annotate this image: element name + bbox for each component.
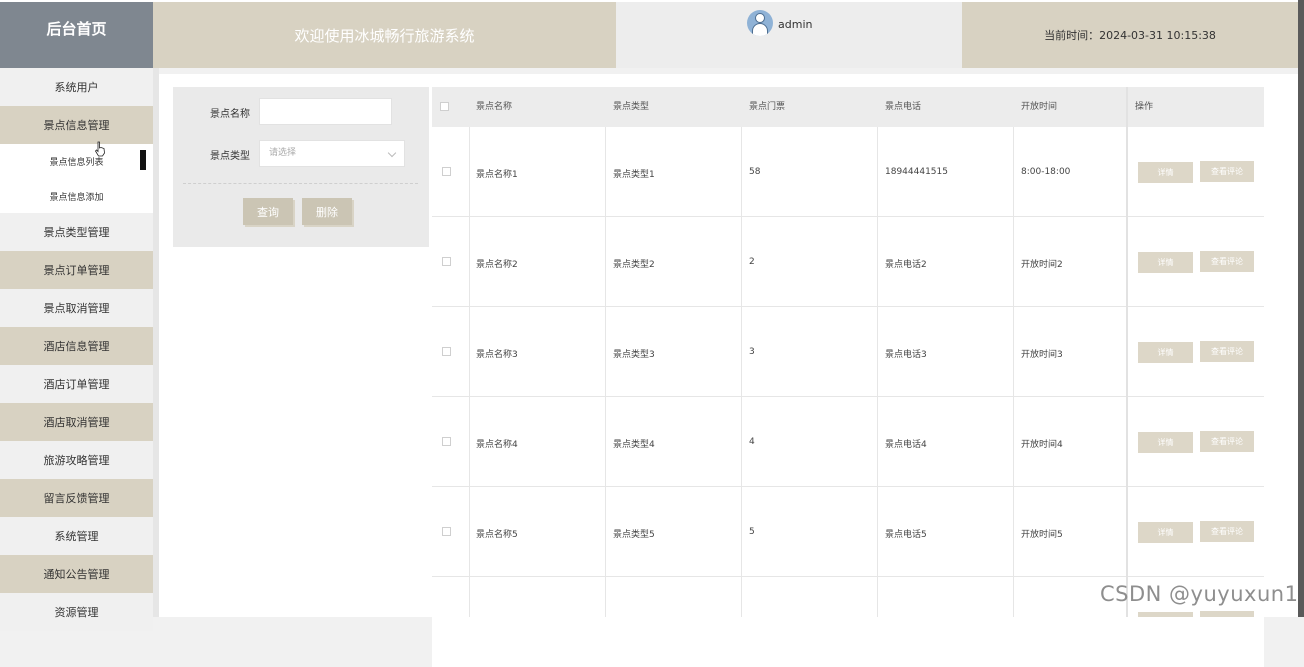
col-header-phone: 景点电话: [885, 102, 922, 112]
select-all-checkbox[interactable]: [440, 102, 449, 111]
sidebar-item-notice[interactable]: 通知公告管理: [0, 555, 153, 593]
sidebar-item-resources[interactable]: 资源管理: [0, 593, 153, 631]
cell-hours: 开放时间3: [1021, 350, 1063, 360]
user-area: [616, 2, 962, 68]
detail-button[interactable]: 详情: [1138, 162, 1193, 183]
scenic-name-input[interactable]: [259, 98, 392, 125]
col-header-hours: 开放时间: [1021, 102, 1058, 112]
detail-button[interactable]: 详情: [1138, 342, 1193, 363]
window-edge: [1298, 0, 1304, 617]
row-checkbox[interactable]: [442, 347, 451, 356]
query-button[interactable]: 查询: [243, 198, 293, 225]
time-value: 2024-03-31 10:15:38: [1099, 28, 1216, 42]
cell-type: 景点类型5: [613, 530, 655, 540]
sidebar-item-system[interactable]: 系统管理: [0, 517, 153, 555]
cell-hours: 开放时间2: [1021, 260, 1063, 270]
cell-type: 景点类型4: [613, 440, 655, 450]
view-reviews-button[interactable]: 查看评论: [1200, 161, 1254, 182]
cell-name: 景点名称3: [476, 350, 518, 360]
column-divider: [605, 127, 606, 617]
cell-phone: 18944441515: [885, 167, 948, 177]
sidebar-item-hotel-order[interactable]: 酒店订单管理: [0, 365, 153, 403]
sidebar-scrollbar[interactable]: [140, 150, 146, 170]
cell-ticket: 2: [749, 257, 755, 267]
sidebar-item-hotel-info[interactable]: 酒店信息管理: [0, 327, 153, 365]
hand-cursor-icon: [94, 141, 105, 157]
sidebar-subitem-scenic-add[interactable]: 景点信息添加: [0, 179, 153, 213]
cell-phone: 景点电话5: [885, 530, 927, 540]
user-avatar-icon[interactable]: [747, 10, 773, 36]
column-divider: [1013, 127, 1014, 617]
cell-type: 景点类型2: [613, 260, 655, 270]
view-reviews-button[interactable]: 查看评论: [1200, 431, 1254, 452]
sidebar-item-system-users[interactable]: 系统用户: [0, 68, 153, 106]
sidebar-item-travel-guide[interactable]: 旅游攻略管理: [0, 441, 153, 479]
sidebar-item-hotel-cancel[interactable]: 酒店取消管理: [0, 403, 153, 441]
current-time: 当前时间： 2024-03-31 10:15:38: [962, 2, 1298, 68]
cell-name: 景点名称4: [476, 440, 518, 450]
sidebar-subitem-scenic-list[interactable]: 景点信息列表: [0, 144, 153, 178]
row-checkbox[interactable]: [442, 167, 451, 176]
cell-type: 景点类型3: [613, 350, 655, 360]
sidebar-item-scenic-type[interactable]: 景点类型管理: [0, 213, 153, 251]
cell-name: 景点名称5: [476, 530, 518, 540]
cell-type: 景点类型1: [613, 170, 655, 180]
name-label: 景点名称: [210, 109, 250, 120]
chevron-down-icon: [387, 148, 397, 158]
detail-button[interactable]: 详情: [1138, 252, 1193, 273]
cell-name: 景点名称2: [476, 260, 518, 270]
row-checkbox[interactable]: [442, 527, 451, 536]
cell-ticket: 3: [749, 347, 755, 357]
header: 后台首页 欢迎使用冰城畅行旅游系统 admin 当前时间： 2024-03-31 …: [0, 0, 1304, 68]
sidebar: 系统用户 景点信息管理 景点信息列表 景点信息添加 景点类型管理 景点订单管理 …: [0, 68, 153, 631]
column-divider: [741, 127, 742, 617]
column-divider: [1126, 87, 1128, 617]
cell-phone: 景点电话3: [885, 350, 927, 360]
cell-phone: 景点电话4: [885, 440, 927, 450]
column-divider: [469, 127, 470, 617]
col-header-actions: 操作: [1135, 102, 1154, 112]
col-header-name: 景点名称: [476, 102, 513, 112]
home-link[interactable]: 后台首页: [0, 2, 153, 68]
detail-button[interactable]: 详情: [1138, 522, 1193, 543]
cell-hours: 开放时间4: [1021, 440, 1063, 450]
row-checkbox[interactable]: [442, 257, 451, 266]
cell-hours: 8:00-18:00: [1021, 167, 1071, 177]
cell-ticket: 5: [749, 527, 755, 537]
time-label: 当前时间：: [1044, 29, 1100, 42]
cell-hours: 开放时间5: [1021, 530, 1063, 540]
delete-button[interactable]: 删除: [302, 198, 352, 225]
sidebar-item-scenic-info[interactable]: 景点信息管理: [0, 106, 153, 144]
sidebar-item-scenic-order[interactable]: 景点订单管理: [0, 251, 153, 289]
type-placeholder: 请选择: [269, 148, 297, 158]
cell-ticket: 58: [749, 167, 761, 177]
welcome-title: 欢迎使用冰城畅行旅游系统: [153, 2, 616, 68]
detail-button[interactable]: [1138, 612, 1193, 617]
username[interactable]: admin: [778, 18, 812, 31]
cell-name: 景点名称1: [476, 170, 518, 180]
type-label: 景点类型: [210, 151, 250, 162]
scenic-type-select[interactable]: 请选择: [259, 140, 405, 167]
view-reviews-button[interactable]: 查看评论: [1200, 521, 1254, 542]
view-reviews-button[interactable]: 查看评论: [1200, 251, 1254, 272]
divider: [183, 183, 418, 184]
cell-phone: 景点电话2: [885, 260, 927, 270]
column-divider: [877, 127, 878, 617]
col-header-ticket: 景点门票: [749, 102, 786, 112]
row-checkbox[interactable]: [442, 437, 451, 446]
col-header-type: 景点类型: [613, 102, 650, 112]
detail-button[interactable]: 详情: [1138, 432, 1193, 453]
view-reviews-button[interactable]: 查看评论: [1200, 341, 1254, 362]
sidebar-item-feedback[interactable]: 留言反馈管理: [0, 479, 153, 517]
cell-ticket: 4: [749, 437, 755, 447]
view-reviews-button[interactable]: [1200, 611, 1254, 617]
watermark: CSDN @yuyuxun1: [1100, 582, 1299, 606]
sidebar-item-scenic-cancel[interactable]: 景点取消管理: [0, 289, 153, 327]
